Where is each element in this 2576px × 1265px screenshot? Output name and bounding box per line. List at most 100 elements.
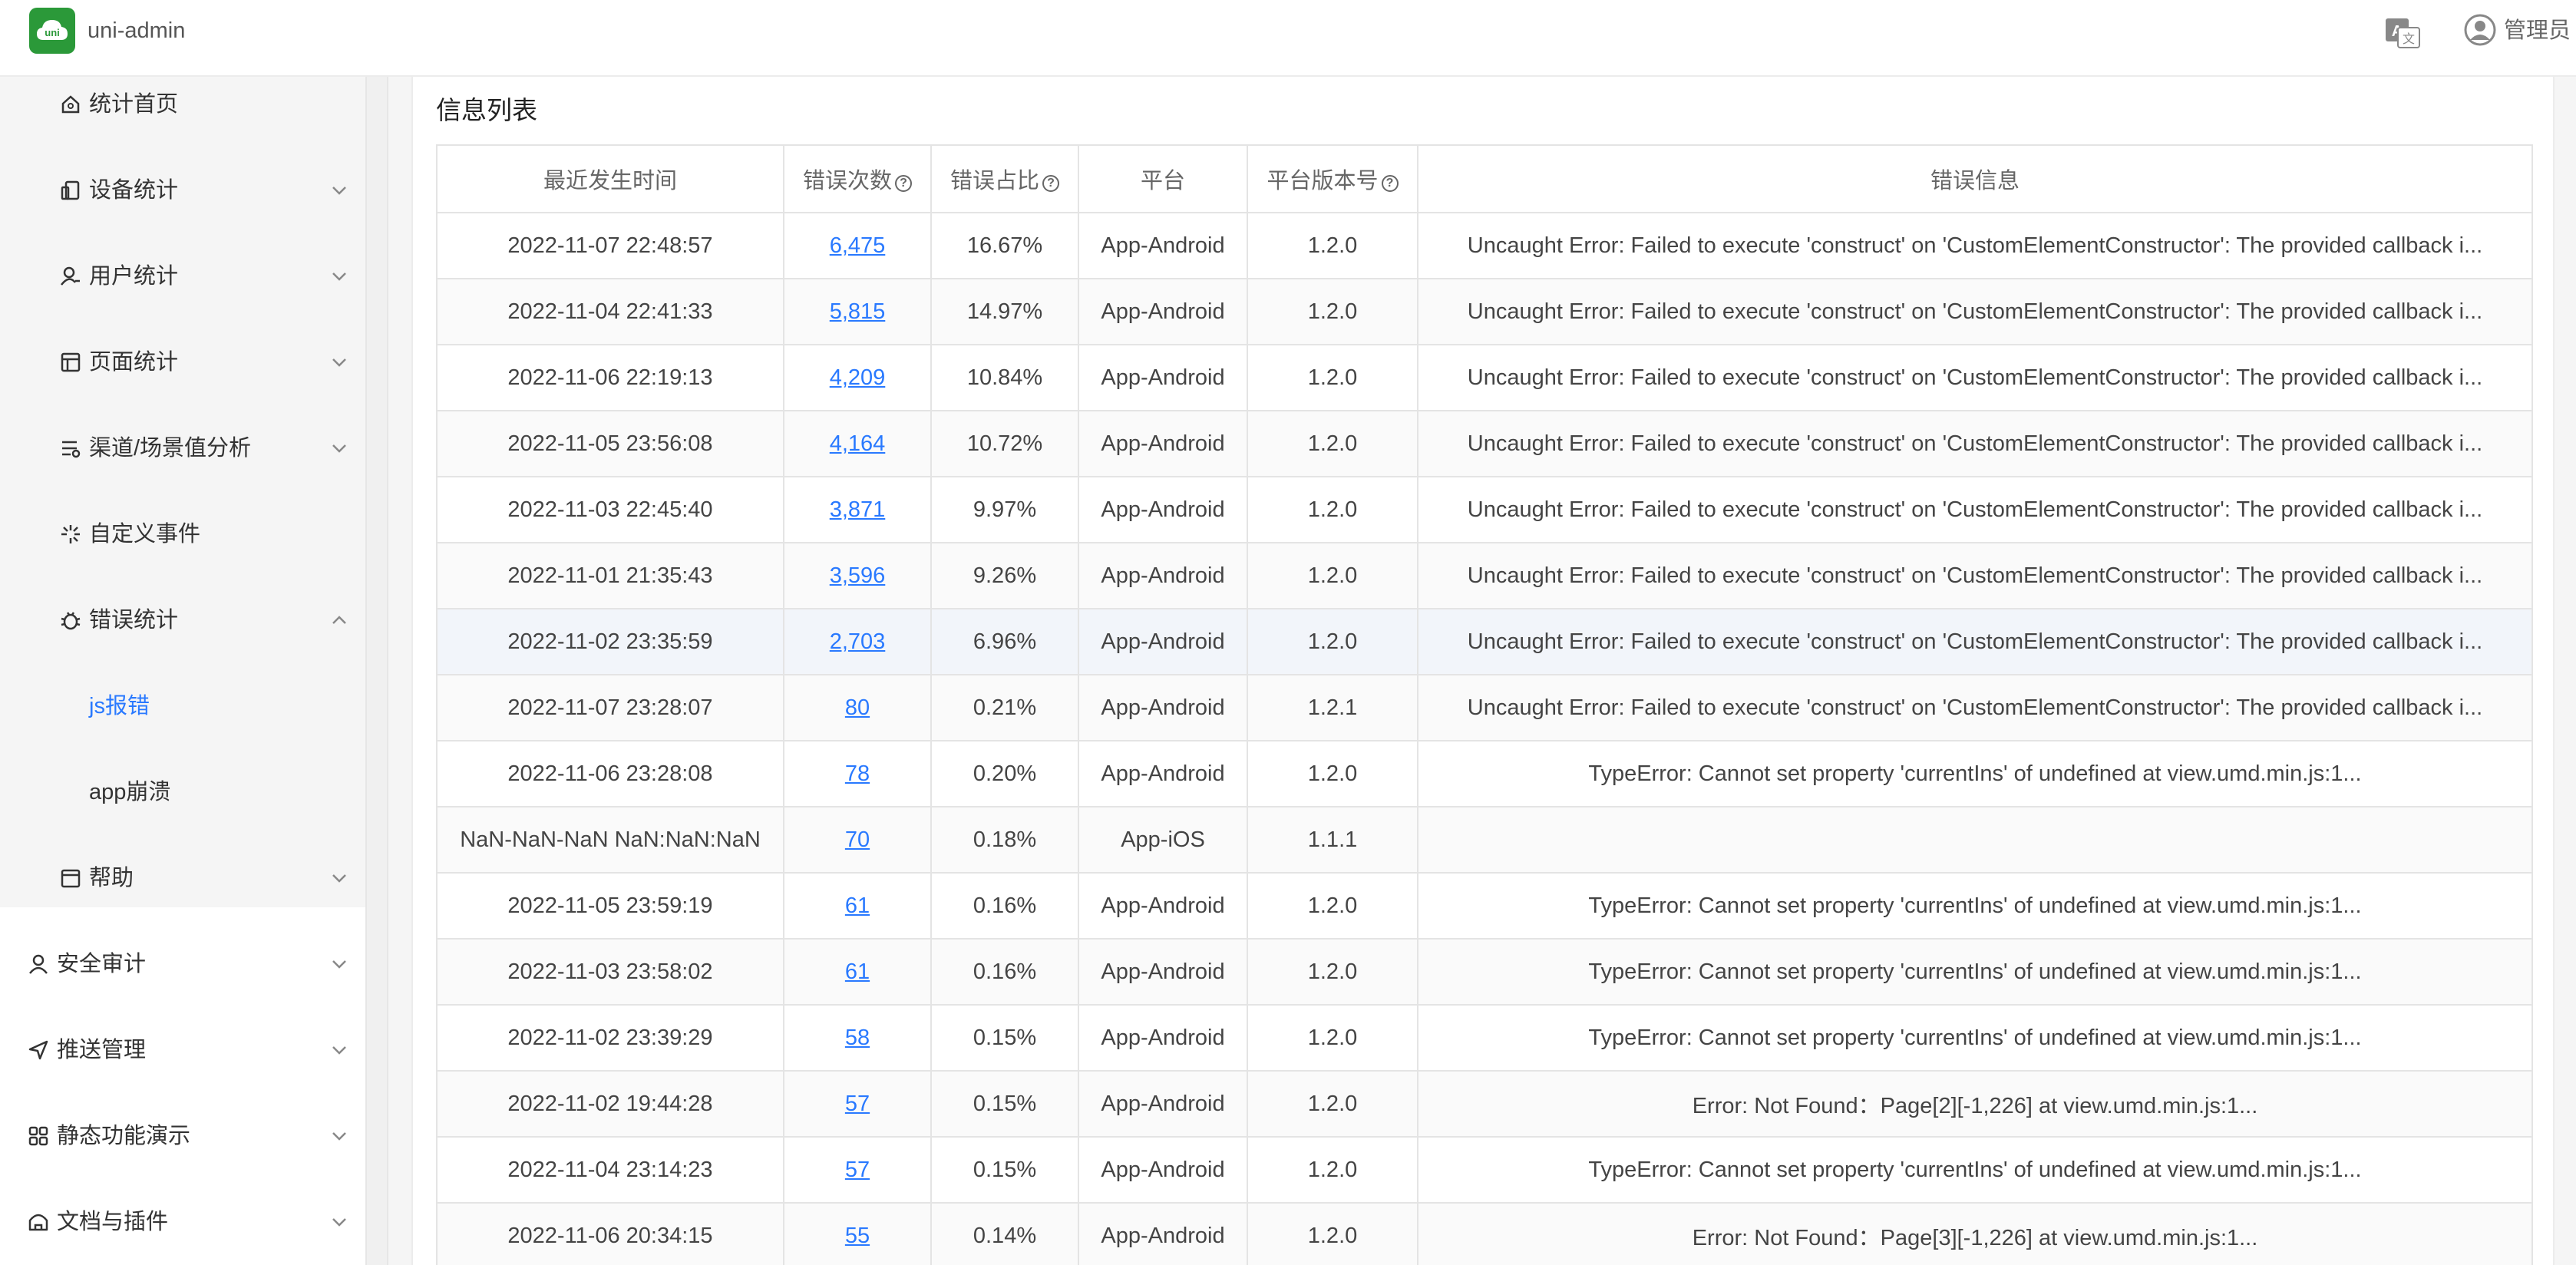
table-row[interactable]: 2022-11-06 22:19:13 4,209 10.84% App-Androi… [436, 344, 2533, 411]
error-count-link[interactable]: 5,815 [830, 299, 886, 324]
user-avatar-icon[interactable] [2464, 14, 2496, 46]
cell-error-ratio: 0.18% [930, 806, 1079, 874]
table-row[interactable]: 2022-11-02 19:44:28 57 0.15% App-Android 1.2… [436, 1070, 2533, 1138]
cell-platform-version: 1.1.1 [1247, 806, 1418, 874]
cell-error-message: TypeError: Cannot set property 'currentI… [1417, 872, 2533, 940]
header-error-count[interactable]: 错误次数? [783, 144, 932, 213]
error-count-link[interactable]: 80 [845, 695, 870, 720]
table-row[interactable]: 2022-11-03 23:58:02 61 0.16% App-Android 1.2… [436, 938, 2533, 1006]
translate-icon[interactable]: A 文 [2384, 17, 2421, 49]
help-circle-icon[interactable]: ? [1381, 175, 1399, 192]
sidebar-item-docs-plugins[interactable]: 文档与插件 [0, 1191, 365, 1253]
header-platform[interactable]: 平台 [1078, 144, 1248, 213]
cell-error-count: 61 [783, 938, 932, 1006]
cell-error-message: TypeError: Cannot set property 'currentI… [1417, 740, 2533, 808]
sidebar-item-label: 页面统计 [89, 350, 179, 375]
error-count-link[interactable]: 3,596 [830, 563, 886, 588]
cell-error-message: TypeError: Cannot set property 'currentI… [1417, 938, 2533, 1006]
table-row[interactable]: 2022-11-01 21:35:43 3,596 9.26% App-Android… [436, 542, 2533, 609]
sidebar-item-app-crash[interactable]: app崩溃 [0, 761, 365, 823]
sidebar-item-error-stats[interactable]: 错误统计 [0, 590, 365, 651]
cell-platform-version: 1.2.0 [1247, 1202, 1418, 1265]
sidebar-item-label: 渠道/场景值分析 [89, 436, 252, 461]
table-row[interactable]: 2022-11-07 23:28:07 80 0.21% App-Android 1.2… [436, 674, 2533, 741]
cell-platform-version: 1.2.0 [1247, 872, 1418, 940]
error-count-link[interactable]: 57 [845, 1158, 870, 1182]
table-row[interactable]: 2022-11-05 23:59:19 61 0.16% App-Android 1.2… [436, 872, 2533, 940]
cell-platform: App-Android [1078, 542, 1248, 609]
cell-error-ratio: 16.67% [930, 212, 1079, 279]
cell-error-message: Uncaught Error: Failed to execute 'const… [1417, 278, 2533, 345]
error-count-link[interactable]: 57 [845, 1092, 870, 1116]
header-platform-version[interactable]: 平台版本号? [1247, 144, 1418, 213]
cell-error-message: TypeError: Cannot set property 'currentI… [1417, 1136, 2533, 1204]
error-count-link[interactable]: 6,475 [830, 233, 886, 258]
sidebar-item-js-error[interactable]: js报错 [0, 675, 365, 737]
cell-error-count: 4,164 [783, 410, 932, 477]
uni-logo[interactable]: uni [29, 8, 75, 54]
cell-last-time: NaN-NaN-NaN NaN:NaN:NaN [436, 806, 784, 874]
help-icon [61, 869, 81, 888]
cell-platform-version: 1.2.0 [1247, 740, 1418, 808]
chevron-down-icon [332, 272, 346, 281]
cell-platform: App-Android [1078, 740, 1248, 808]
table-row[interactable]: NaN-NaN-NaN NaN:NaN:NaN 70 0.18% App-iOS 1.1… [436, 806, 2533, 874]
sidebar-item-help[interactable]: 帮助 [0, 847, 365, 909]
chevron-down-icon [332, 874, 346, 883]
sidebar-item-channel-analysis[interactable]: 渠道/场景值分析 [0, 418, 365, 479]
sidebar-item-page-stats[interactable]: 页面统计 [0, 332, 365, 393]
cell-last-time: 2022-11-02 23:39:29 [436, 1004, 784, 1072]
sidebar-item-device-stats[interactable]: 设备统计 [0, 160, 365, 221]
cell-platform: App-Android [1078, 1202, 1248, 1265]
user-name[interactable]: 管理员 [2504, 15, 2571, 46]
cell-platform-version: 1.2.0 [1247, 1004, 1418, 1072]
help-circle-icon[interactable]: ? [1042, 175, 1059, 192]
error-count-link[interactable]: 58 [845, 1026, 870, 1050]
error-count-link[interactable]: 78 [845, 761, 870, 786]
header-last-time[interactable]: 最近发生时间 [436, 144, 784, 213]
table-row[interactable]: 2022-11-06 20:34:15 55 0.14% App-Android 1.2… [436, 1202, 2533, 1265]
header-error-message[interactable]: 错误信息 [1417, 144, 2533, 213]
error-count-link[interactable]: 55 [845, 1224, 870, 1248]
table-row[interactable]: 2022-11-06 23:28:08 78 0.20% App-Android 1.2… [436, 740, 2533, 808]
error-count-link[interactable]: 61 [845, 893, 870, 918]
sidebar-item-user-stats[interactable]: 用户统计 [0, 246, 365, 307]
cell-platform: App-Android [1078, 344, 1248, 411]
sidebar-item-stats-home[interactable]: 统计首页 [0, 74, 365, 135]
error-count-link[interactable]: 4,164 [830, 431, 886, 456]
table-row[interactable]: 2022-11-05 23:56:08 4,164 10.72% App-Androi… [436, 410, 2533, 477]
table-row[interactable]: 2022-11-07 22:48:57 6,475 16.67% App-Androi… [436, 212, 2533, 279]
cell-platform: App-Android [1078, 872, 1248, 940]
info-list-card: 信息列表 最近发生时间 错误次数? 错误占比? 平台 平台版本号? 错误信息 2… [411, 77, 2555, 1265]
sidebar-scrollbar-gutter[interactable] [365, 77, 388, 1265]
section-title: 信息列表 [436, 96, 537, 124]
error-count-link[interactable]: 61 [845, 959, 870, 984]
error-count-link[interactable]: 70 [845, 827, 870, 852]
chevron-down-icon [332, 1132, 346, 1141]
cell-platform-version: 1.2.0 [1247, 476, 1418, 543]
error-count-link[interactable]: 2,703 [830, 629, 886, 654]
header-error-ratio[interactable]: 错误占比? [930, 144, 1079, 213]
cell-error-ratio: 9.97% [930, 476, 1079, 543]
cell-error-count: 2,703 [783, 608, 932, 675]
cell-error-message: Uncaught Error: Failed to execute 'const… [1417, 476, 2533, 543]
table-row[interactable]: 2022-11-04 23:14:23 57 0.15% App-Android 1.2… [436, 1136, 2533, 1204]
table-row[interactable]: 2022-11-04 22:41:33 5,815 14.97% App-Androi… [436, 278, 2533, 345]
sidebar: 统计首页 设备统计 用户统计 页面统计 渠道/场景值分析 自定义事件 错误统计 … [0, 77, 365, 1265]
sidebar-item-custom-event[interactable]: 自定义事件 [0, 504, 365, 565]
sidebar-item-label: 设备统计 [89, 178, 179, 203]
cell-platform-version: 1.2.0 [1247, 608, 1418, 675]
error-count-link[interactable]: 4,209 [830, 365, 886, 390]
cell-last-time: 2022-11-03 22:45:40 [436, 476, 784, 543]
table-row[interactable]: 2022-11-02 23:35:59 2,703 6.96% App-Android… [436, 608, 2533, 675]
error-count-link[interactable]: 3,871 [830, 497, 886, 522]
cell-error-count: 55 [783, 1202, 932, 1265]
sidebar-item-push-management[interactable]: 推送管理 [0, 1019, 365, 1081]
sidebar-item-security-audit[interactable]: 安全审计 [0, 933, 365, 995]
sidebar-item-label: 错误统计 [89, 608, 179, 632]
table-row[interactable]: 2022-11-03 22:45:40 3,871 9.97% App-Android… [436, 476, 2533, 543]
sidebar-item-static-demo[interactable]: 静态功能演示 [0, 1105, 365, 1167]
cell-error-count: 4,209 [783, 344, 932, 411]
table-row[interactable]: 2022-11-02 23:39:29 58 0.15% App-Android 1.2… [436, 1004, 2533, 1072]
help-circle-icon[interactable]: ? [895, 175, 912, 192]
